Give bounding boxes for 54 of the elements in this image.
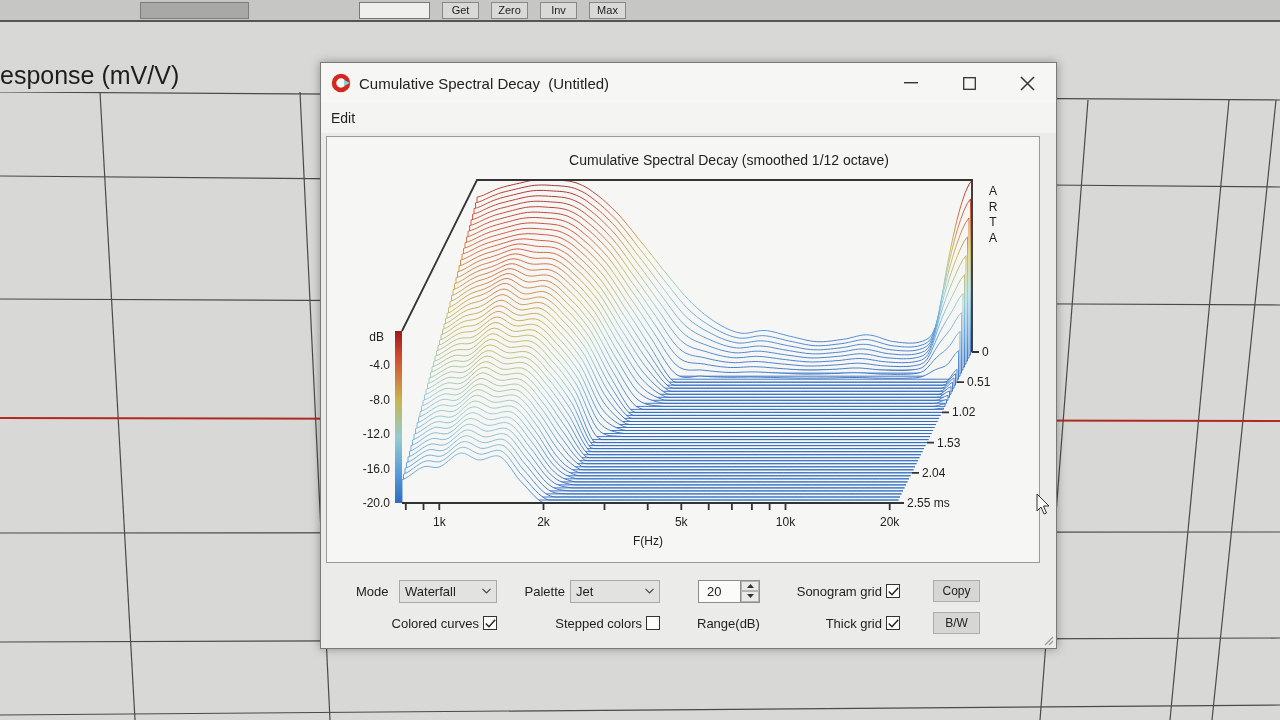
chart-title: Cumulative Spectral Decay (smoothed 1/12 octave) xyxy=(569,152,889,168)
triangle-up-icon xyxy=(746,583,754,588)
brand-label: ARTA xyxy=(988,184,998,245)
menu-item[interactable]: Edit xyxy=(325,108,362,128)
input-field[interactable] xyxy=(359,1,430,19)
toolbar-button[interactable]: Inv xyxy=(540,1,577,19)
minimize-icon xyxy=(904,82,918,84)
range-input[interactable]: 20 xyxy=(698,579,740,603)
dropdown-field[interactable] xyxy=(140,1,249,19)
checkbox-label: Sonogram grid xyxy=(796,583,882,599)
checkmark-icon xyxy=(887,618,899,628)
chevron-down-icon xyxy=(645,588,654,594)
toolbar-button[interactable]: Zero xyxy=(491,1,528,19)
palette-dropdown[interactable]: Jet xyxy=(570,579,660,603)
bw-button[interactable]: B/W xyxy=(933,612,980,634)
checkmark-icon xyxy=(484,618,496,628)
checkbox[interactable] xyxy=(646,616,660,630)
field-label: Mode xyxy=(356,583,389,599)
checkmark-icon xyxy=(887,586,899,596)
chevron-down-icon xyxy=(482,588,491,594)
checkbox-label: Thick grid xyxy=(825,615,882,631)
checkbox[interactable] xyxy=(886,616,900,630)
window-title: Cumulative Spectral Decay (Untitled) xyxy=(359,74,610,92)
maximize-icon xyxy=(962,76,976,90)
close-icon xyxy=(1019,75,1035,91)
field-label: Range(dB) xyxy=(697,615,760,631)
checkbox-label: Stepped colors xyxy=(555,615,642,631)
resize-grip-icon xyxy=(1044,636,1054,646)
axis-tick-label: -20.0 xyxy=(362,496,390,510)
axis-label: F(Hz) xyxy=(633,534,663,548)
ring-icon xyxy=(331,73,351,93)
graph-title: esponse (mV/V) xyxy=(0,60,180,91)
toolbar-button[interactable]: Max xyxy=(589,1,626,19)
triangle-down-icon xyxy=(746,594,754,599)
field-label: Palette xyxy=(524,583,565,599)
spin-down-button[interactable] xyxy=(741,591,759,602)
copy-button[interactable]: Copy xyxy=(933,580,980,602)
checkbox[interactable] xyxy=(886,584,900,598)
axis-tick-label: 1k xyxy=(433,515,446,529)
checkbox[interactable] xyxy=(483,616,497,630)
axis-label: dB xyxy=(369,330,384,344)
axis-tick-label: 5k xyxy=(674,515,688,529)
axis-tick-label: -16.0 xyxy=(362,461,390,476)
mode-dropdown[interactable]: Waterfall xyxy=(399,579,497,603)
spin-up-button[interactable] xyxy=(741,580,759,591)
axis-tick-label: -12.0 xyxy=(362,427,390,442)
axis-tick-label: 2k xyxy=(537,515,550,529)
toolbar-button[interactable]: Get xyxy=(442,1,479,19)
axis-tick-label: -8.0 xyxy=(369,392,390,407)
axis-tick-label: -4.0 xyxy=(369,358,390,373)
checkbox-label: Colored curves xyxy=(391,615,479,631)
axis-tick-label: 20k xyxy=(880,515,900,529)
axis-tick-label: 0 xyxy=(982,345,989,359)
axis-tick-label: 10k xyxy=(775,515,796,529)
